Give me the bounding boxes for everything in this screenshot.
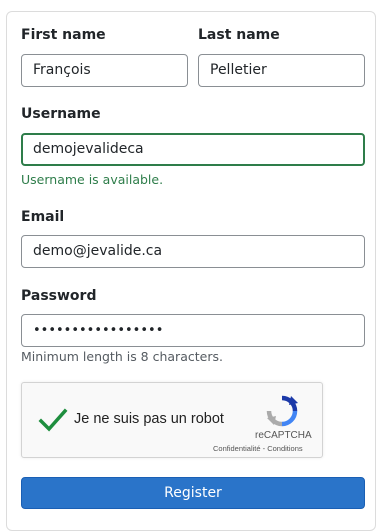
recaptcha-widget: Je ne suis pas un robot reCAPTCHA Confid…: [21, 382, 323, 458]
first-name-field[interactable]: François: [21, 54, 188, 87]
register-button[interactable]: Register: [21, 477, 365, 509]
recaptcha-label: Je ne suis pas un robot: [74, 411, 224, 427]
first-name-label: First name: [21, 27, 106, 43]
checkmark-icon[interactable]: [38, 405, 68, 435]
username-label: Username: [21, 106, 101, 122]
username-field[interactable]: demojevalideca: [21, 133, 365, 166]
privacy-link[interactable]: Confidentialité: [213, 444, 261, 453]
terms-link[interactable]: Conditions: [267, 444, 302, 453]
username-help: Username is available.: [21, 172, 164, 187]
last-name-field[interactable]: Pelletier: [198, 54, 365, 87]
last-name-label: Last name: [198, 27, 280, 43]
password-field[interactable]: •••••••••••••••••: [21, 314, 365, 347]
recaptcha-logo-icon: [266, 395, 298, 427]
password-label: Password: [21, 288, 97, 304]
recaptcha-links: Confidentialité - Conditions: [213, 444, 303, 453]
password-help: Minimum length is 8 characters.: [21, 349, 223, 364]
email-label: Email: [21, 209, 65, 225]
recaptcha-brand: reCAPTCHA: [255, 430, 312, 441]
email-field[interactable]: demo@jevalide.ca: [21, 235, 365, 268]
